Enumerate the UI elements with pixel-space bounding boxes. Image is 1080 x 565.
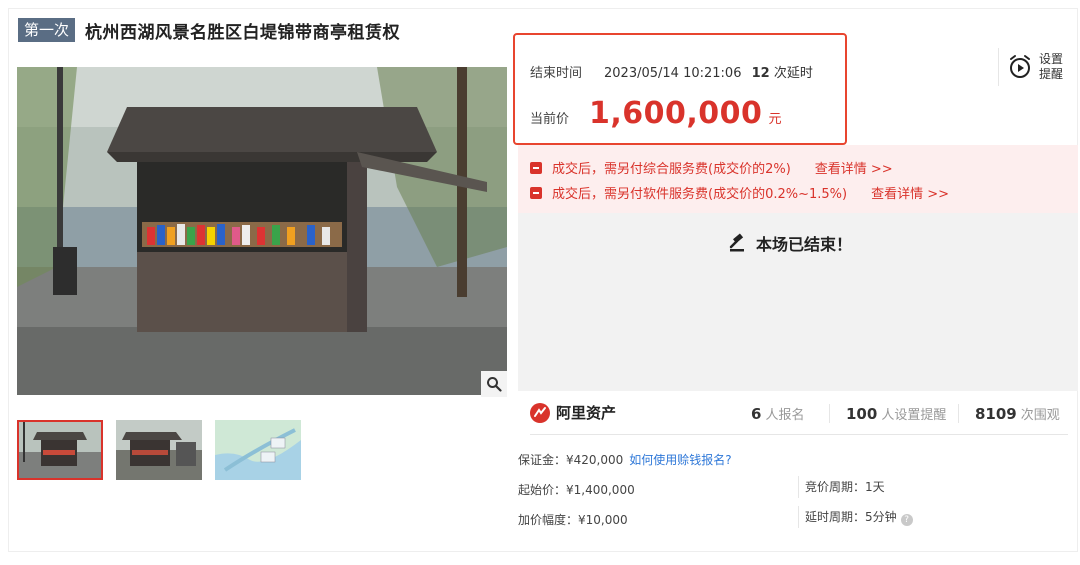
reminder-count: 100	[846, 405, 878, 423]
reminder-label-2: 提醒	[1039, 67, 1064, 81]
delay-count: 12	[751, 66, 770, 81]
price-unit: 元	[768, 112, 782, 127]
signup-count: 6	[751, 405, 762, 423]
title-row: 第一次 杭州西湖风景名胜区白堤锦带商亭租赁权	[18, 18, 401, 43]
magnifier-icon	[487, 377, 502, 392]
view-stat: 8109 次围观	[958, 404, 1060, 423]
thumbnail-3[interactable]	[215, 420, 301, 480]
signup-stat: 6 人报名	[751, 404, 804, 423]
price-label: 当前价	[530, 112, 570, 127]
fee-notice-text: 成交后，需另付软件服务费(成交价的0.2%~1.5%)	[552, 187, 848, 202]
round-badge: 第一次	[18, 18, 76, 42]
fee-notice-text: 成交后，需另付综合服务费(成交价的2%)	[552, 162, 791, 177]
thumbnail-strip	[17, 420, 301, 480]
current-price: 1,600,000	[589, 96, 763, 131]
notice-icon	[530, 186, 542, 199]
platform-name: 阿里资产	[556, 404, 617, 422]
reminder-stat-label: 人设置提醒	[881, 408, 947, 423]
zoom-button[interactable]	[481, 371, 507, 397]
notice-icon	[530, 161, 542, 174]
view-label: 次围观	[1020, 408, 1060, 423]
delay-cycle: 延时周期：5分钟	[805, 510, 897, 524]
start-price: 起始价：¥1,400,000	[518, 483, 635, 497]
view-count: 8109	[975, 405, 1017, 423]
fee-notice-2: 成交后，需另付软件服务费(成交价的0.2%~1.5%) 查看详情 >>	[530, 183, 949, 202]
current-price-row: 当前价 1,600,000 元	[530, 96, 781, 131]
ended-text: 本场已结束！	[756, 235, 853, 254]
bid-cycle: 竞价周期：1天	[798, 476, 885, 498]
set-reminder-button[interactable]: 设置 提醒	[998, 48, 1069, 86]
fee-notice-panel	[518, 145, 1078, 213]
end-time-label: 结束时间	[530, 66, 583, 81]
deposit-help-link[interactable]: 如何使用赊钱报名?	[629, 453, 731, 467]
fee-notice-1: 成交后，需另付综合服务费(成交价的2%) 查看详情 >>	[530, 158, 893, 177]
main-photo[interactable]	[17, 67, 507, 395]
gavel-icon	[729, 233, 744, 252]
help-icon[interactable]: ?	[900, 514, 913, 526]
kiosk-photo	[17, 67, 507, 395]
end-time-row: 结束时间 2023/05/14 10:21:06 12 次延时	[530, 62, 813, 81]
auction-ended-message: 本场已结束！	[728, 231, 852, 255]
deposit-row: 保证金：¥420,000 如何使用赊钱报名?	[518, 451, 732, 468]
page-title: 杭州西湖风景名胜区白堤锦带商亭租赁权	[85, 22, 401, 43]
reminder-stat: 100 人设置提醒	[829, 404, 946, 423]
reminder-label-1: 设置	[1039, 52, 1064, 66]
fee-detail-link[interactable]: 查看详情 >>	[871, 183, 949, 202]
bid-increment: 加价幅度：¥10,000	[518, 513, 628, 527]
deposit-text: 保证金：¥420,000	[518, 453, 624, 467]
stats-row: 阿里资产 6 人报名 100 人设置提醒 8109 次围观	[530, 400, 1068, 435]
ali-assets-icon	[530, 402, 550, 423]
thumbnail-2[interactable]	[116, 420, 202, 480]
alarm-clock-icon	[1010, 55, 1030, 78]
end-time-value: 2023/05/14 10:21:06	[604, 66, 742, 81]
delay-cycle-row: 延时周期：5分钟?	[798, 506, 913, 528]
thumbnail-1[interactable]	[17, 420, 103, 480]
delay-suffix: 次延时	[773, 66, 813, 81]
signup-label: 人报名	[765, 408, 805, 423]
fee-detail-link[interactable]: 查看详情 >>	[815, 158, 893, 177]
ali-assets-logo[interactable]: 阿里资产	[530, 402, 616, 423]
